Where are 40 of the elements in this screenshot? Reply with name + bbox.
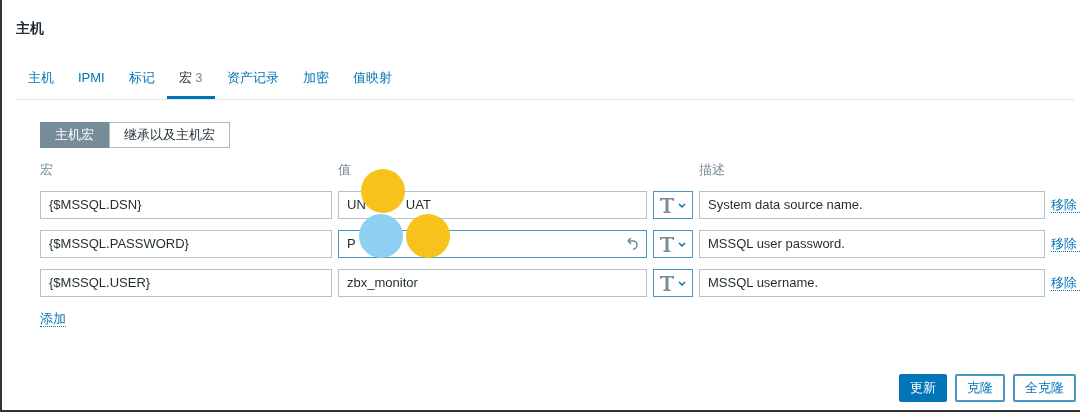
value-text: UAT [405,195,431,214]
sticker-icon [358,213,404,259]
add-link[interactable]: 添加 [40,310,66,327]
tab[interactable]: 值映射 [340,62,404,99]
text-type-icon [658,234,688,253]
macro-field[interactable]: {$MSSQL.DSN} [40,190,332,219]
macro-field[interactable]: {$MSSQL.PASSWORD} [40,229,332,258]
form-button[interactable]: 全克隆 [1013,374,1076,402]
remove-link[interactable]: 移除 [1051,196,1080,213]
value-text: zbx_monitor [347,273,418,292]
tab[interactable]: 资产记录 [214,62,291,99]
value-type-button[interactable] [653,190,693,219]
tab[interactable]: 标记 [116,62,167,99]
remove-link[interactable]: 移除 [1051,274,1080,291]
undo-icon[interactable] [624,237,638,250]
column-header: 宏 [40,161,54,179]
tab[interactable]: 宏 3 [166,62,215,99]
description-field[interactable]: System data source name. [699,190,1045,219]
form-button[interactable]: 更新 [899,374,947,402]
value-type-button[interactable] [653,268,693,297]
description-field[interactable]: MSSQL user password. [699,229,1045,258]
tab[interactable]: 加密 [290,62,341,99]
segment-button[interactable]: 继承以及主机宏 [109,122,230,148]
text-type-icon [658,195,688,214]
value-text: P [347,234,356,253]
column-header: 值 [338,161,352,179]
page-title: 主机 [16,19,45,38]
remove-link[interactable]: 移除 [1051,235,1080,252]
tab[interactable]: 主机 [16,62,66,99]
text-type-icon [658,273,688,292]
tab[interactable]: IPMI [66,62,117,99]
value-text: UN [347,195,366,214]
sticker-icon [405,213,451,259]
macro-field[interactable]: {$MSSQL.USER} [40,268,332,297]
column-header: 描述 [699,161,726,179]
value-field[interactable]: zbx_monitor [338,268,647,297]
description-field[interactable]: MSSQL username. [699,268,1045,297]
value-type-button[interactable] [653,229,693,258]
segment-button[interactable]: 主机宏 [40,122,109,148]
form-button[interactable]: 克隆 [955,374,1005,402]
